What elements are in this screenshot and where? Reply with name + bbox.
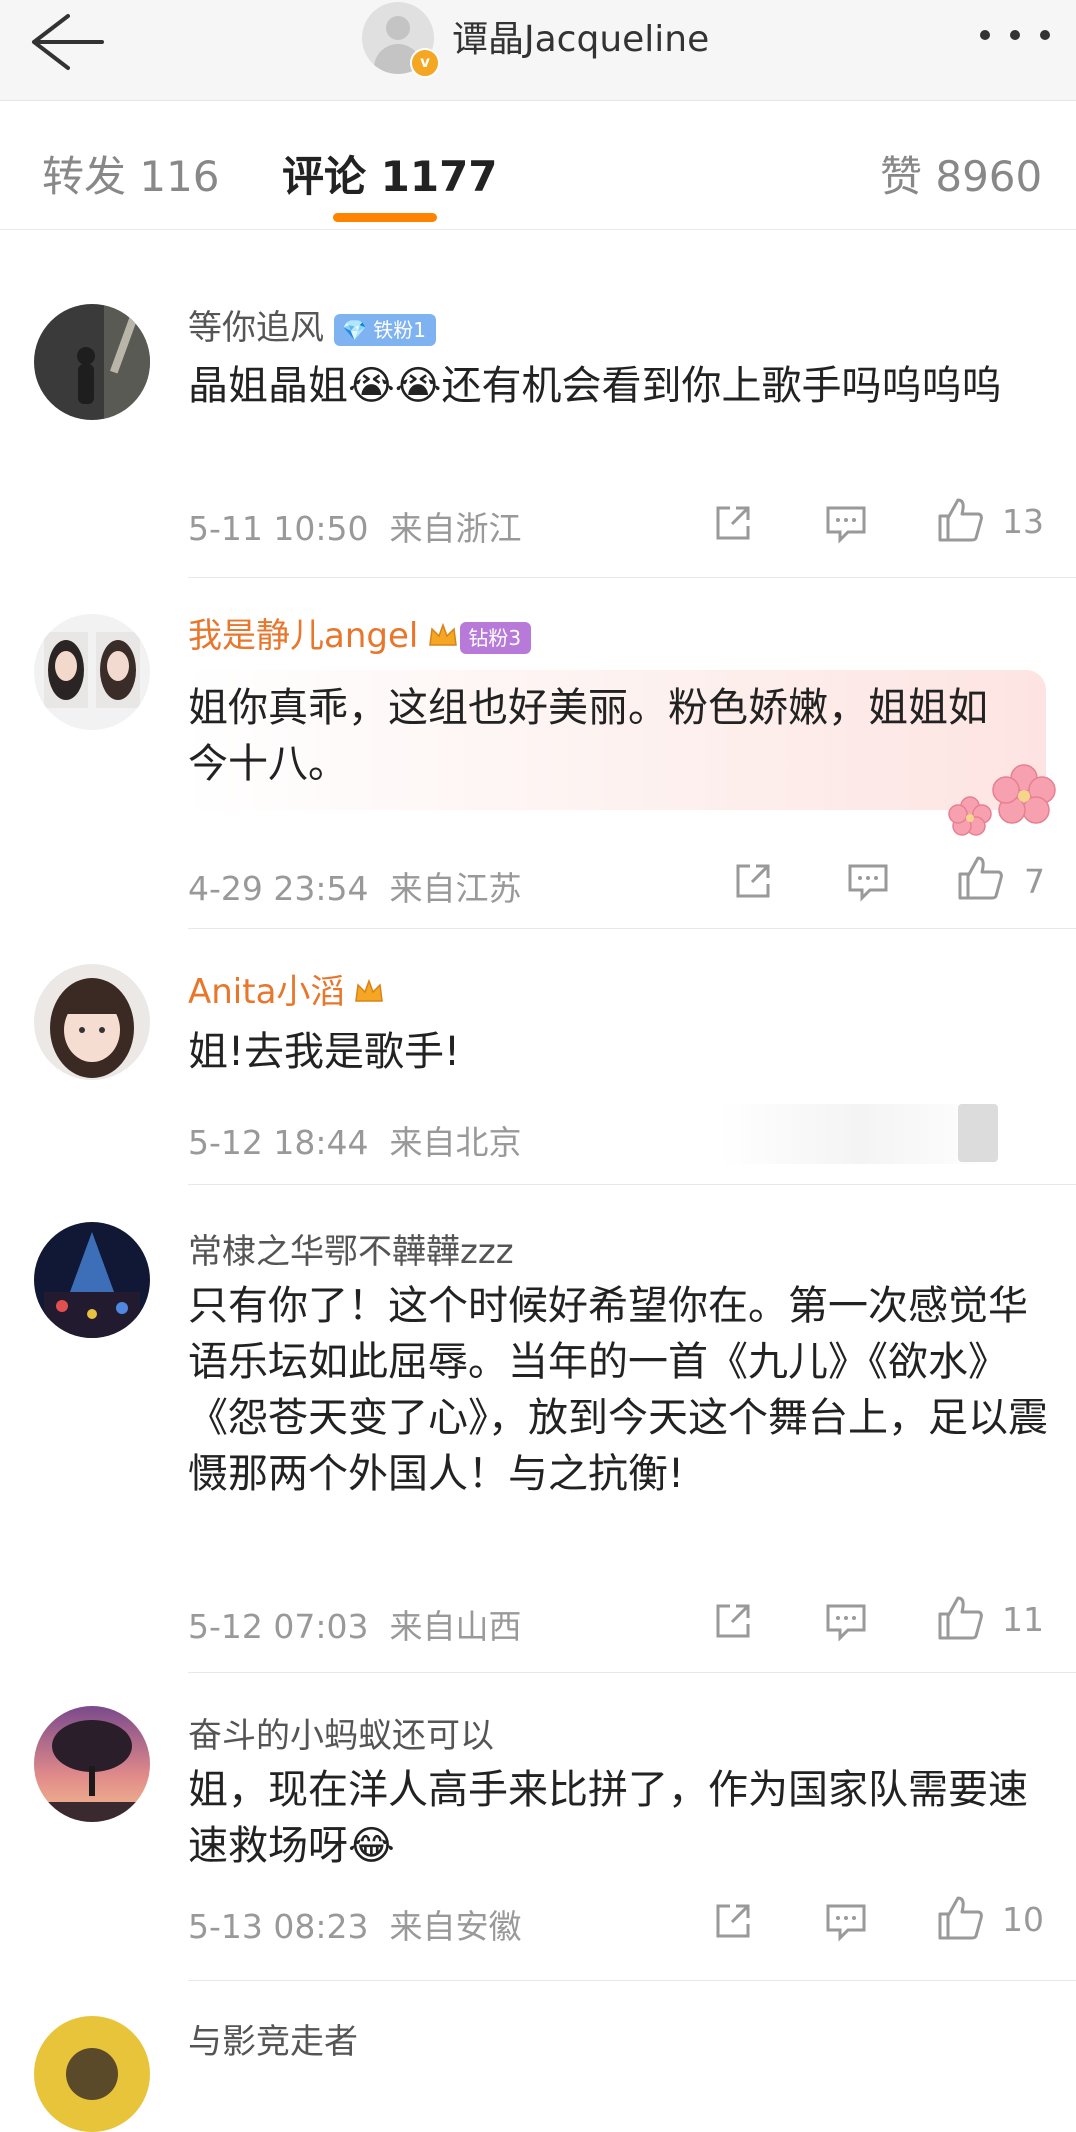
comment-text: 姐，现在洋人高手来比拼了，作为国家队需要速速救场呀😂 bbox=[188, 1767, 1028, 1869]
comment-meta: 4-29 23:54 来自江苏 bbox=[188, 862, 521, 910]
back-arrow-icon bbox=[32, 14, 104, 70]
blurred-like-area bbox=[958, 1104, 998, 1162]
divider bbox=[188, 577, 1076, 578]
comment-text: 只有你了！这个时候好希望你在。第一次感觉华语乐坛如此屈辱。当年的一首《九儿》《欲… bbox=[188, 1283, 1048, 1497]
commenter-avatar[interactable] bbox=[34, 1706, 150, 1822]
page-title[interactable]: 谭晶Jacqueline bbox=[452, 10, 709, 62]
divider bbox=[188, 1672, 1076, 1673]
top-bar: v 谭晶Jacqueline bbox=[0, 0, 1076, 101]
crown-icon bbox=[428, 618, 458, 658]
comment-icon[interactable] bbox=[824, 1602, 868, 1642]
comment-meta: 5-12 18:44 来自北京 bbox=[188, 1116, 521, 1164]
comment-time: 5-12 18:44 bbox=[188, 1123, 369, 1162]
comment-icon[interactable] bbox=[846, 862, 890, 902]
comment-time: 5-12 07:03 bbox=[188, 1607, 369, 1646]
avatar-image bbox=[34, 614, 150, 730]
crown-icon bbox=[354, 974, 384, 1014]
like-thumb-icon[interactable] bbox=[936, 1894, 984, 1942]
back-button[interactable] bbox=[22, 6, 112, 82]
verified-badge-icon: v bbox=[410, 48, 440, 78]
commenter-avatar[interactable] bbox=[34, 2016, 150, 2132]
share-icon[interactable] bbox=[732, 860, 774, 902]
avatar-image bbox=[34, 1222, 150, 1338]
divider bbox=[188, 928, 1076, 929]
comment-time: 4-29 23:54 bbox=[188, 869, 369, 908]
comment-time: 5-13 08:23 bbox=[188, 1907, 369, 1946]
share-icon[interactable] bbox=[712, 1900, 754, 1942]
avatar-image bbox=[34, 2016, 150, 2132]
comment-text: 晶姐晶姐😭😭还有机会看到你上歌手吗呜呜呜 bbox=[188, 363, 1002, 409]
share-icon[interactable] bbox=[712, 502, 754, 544]
comment-meta: 5-13 08:23 来自安徽 bbox=[188, 1900, 521, 1948]
more-button[interactable] bbox=[976, 20, 1054, 50]
comment-location: 来自山西 bbox=[389, 1607, 522, 1646]
avatar-image bbox=[34, 1706, 150, 1822]
commenter-name[interactable]: 常棣之华鄂不韡韡zzz bbox=[188, 1224, 514, 1273]
commenter-name[interactable]: 等你追风 💎 铁粉1 bbox=[188, 300, 436, 349]
like-thumb-icon[interactable] bbox=[936, 1594, 984, 1642]
comment-meta: 5-12 07:03 来自山西 bbox=[188, 1600, 521, 1648]
like-count: 13 bbox=[1002, 502, 1044, 541]
laughing-emoji-icon: 😂 bbox=[348, 1823, 395, 1869]
more-dots-icon bbox=[980, 30, 1050, 40]
comment-location: 来自安徽 bbox=[389, 1907, 522, 1946]
commenter-avatar[interactable] bbox=[34, 964, 150, 1080]
avatar-image bbox=[34, 964, 150, 1080]
commenter-avatar[interactable] bbox=[34, 304, 150, 420]
fan-level-badge: 💎 铁粉1 bbox=[334, 313, 436, 346]
comment-time: 5-11 10:50 bbox=[188, 509, 369, 548]
tab-bar: 转发 116 评论 1177 赞 8960 bbox=[0, 101, 1076, 230]
tab-comments[interactable]: 评论 1177 bbox=[282, 143, 498, 204]
avatar-image bbox=[34, 304, 150, 420]
commenter-avatar[interactable] bbox=[34, 614, 150, 730]
comment-text: 姐!去我是歌手! bbox=[188, 1029, 461, 1075]
active-tab-indicator bbox=[333, 213, 437, 222]
share-icon[interactable] bbox=[712, 1600, 754, 1642]
comment-location: 来自北京 bbox=[389, 1123, 522, 1162]
commenter-name[interactable]: 我是静儿angel 钻粉3 bbox=[188, 608, 532, 658]
divider bbox=[188, 1184, 1076, 1185]
commenter-avatar[interactable] bbox=[34, 1222, 150, 1338]
like-count: 7 bbox=[1024, 862, 1045, 901]
divider bbox=[188, 1980, 1076, 1981]
like-count: 10 bbox=[1002, 1900, 1044, 1939]
like-count: 11 bbox=[1002, 1600, 1044, 1639]
like-thumb-icon[interactable] bbox=[936, 496, 984, 544]
tab-reposts[interactable]: 转发 116 bbox=[42, 143, 220, 204]
crying-emoji-icon: 😭😭 bbox=[348, 363, 442, 409]
commenter-name[interactable]: 奋斗的小蚂蚁还可以 bbox=[188, 1708, 494, 1757]
comment-text: 姐你真乖，这组也好美丽。粉色娇嫩，姐姐如今十八。 bbox=[188, 685, 988, 787]
like-thumb-icon[interactable] bbox=[956, 854, 1004, 902]
tab-likes[interactable]: 赞 8960 bbox=[880, 143, 1042, 204]
commenter-name[interactable]: Anita小滔 bbox=[188, 964, 384, 1014]
commenter-name[interactable]: 与影竞走者 bbox=[188, 2014, 358, 2063]
comment-location: 来自江苏 bbox=[389, 869, 522, 908]
comment-icon[interactable] bbox=[824, 1902, 868, 1942]
comment-location: 来自浙江 bbox=[389, 509, 522, 548]
comment-meta: 5-11 10:50 来自浙江 bbox=[188, 502, 521, 550]
fan-level-badge: 钻粉3 bbox=[460, 621, 532, 654]
comment-icon[interactable] bbox=[824, 504, 868, 544]
